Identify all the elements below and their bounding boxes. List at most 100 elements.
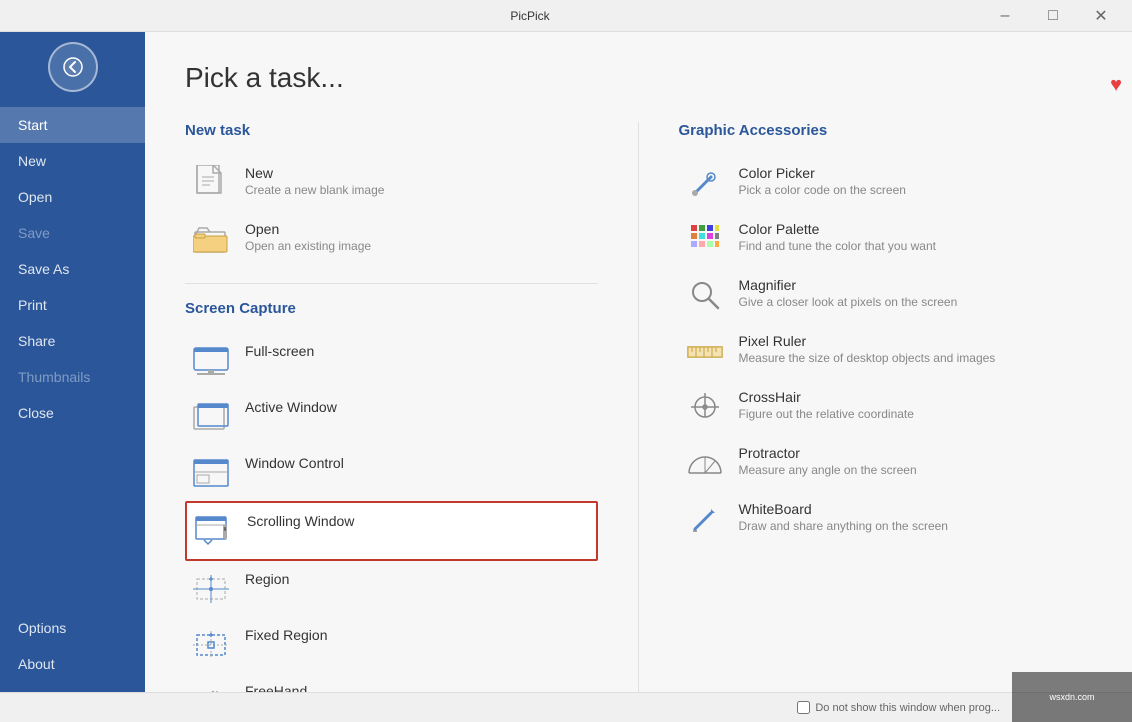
task-item-pixel-ruler[interactable]: Pixel Ruler Measure the size of desktop … (679, 323, 1093, 379)
new-icon (193, 165, 229, 201)
task-desc-open: Open an existing image (245, 239, 371, 253)
sidebar-bottom: Options About (0, 610, 145, 692)
task-text-whiteboard: WhiteBoard Draw and share anything on th… (739, 501, 948, 533)
task-desc-pixel-ruler: Measure the size of desktop objects and … (739, 351, 996, 365)
watermark: wsxdn.com (1012, 672, 1132, 722)
task-item-whiteboard[interactable]: WhiteBoard Draw and share anything on th… (679, 491, 1093, 547)
left-column: New task New (185, 122, 639, 692)
task-item-new[interactable]: New Create a new blank image (185, 155, 598, 211)
task-item-region[interactable]: Region (185, 561, 598, 617)
task-text-active-window: Active Window (245, 399, 337, 415)
color-picker-icon (687, 165, 723, 201)
right-column: Graphic Accessories Color Picker Pick a … (639, 122, 1093, 692)
freehand-icon (193, 683, 229, 692)
whiteboard-icon (687, 501, 723, 537)
task-name-color-palette: Color Palette (739, 221, 936, 237)
task-text-new: New Create a new blank image (245, 165, 384, 197)
pixel-ruler-icon (687, 333, 723, 369)
task-name-color-picker: Color Picker (739, 165, 906, 181)
task-text-color-picker: Color Picker Pick a color code on the sc… (739, 165, 906, 197)
sidebar-item-share[interactable]: Share (0, 323, 145, 359)
sidebar: Start New Open Save Save As Print Share … (0, 32, 145, 692)
graphic-accessories-section-title: Graphic Accessories (679, 122, 1093, 139)
task-text-fullscreen: Full-screen (245, 343, 314, 359)
sidebar-item-save-as[interactable]: Save As (0, 251, 145, 287)
task-desc-color-palette: Find and tune the color that you want (739, 239, 936, 253)
task-item-protractor[interactable]: Protractor Measure any angle on the scre… (679, 435, 1093, 491)
task-name-window-control: Window Control (245, 455, 344, 471)
fullscreen-icon (193, 343, 229, 379)
task-desc-magnifier: Give a closer look at pixels on the scre… (739, 295, 958, 309)
task-item-crosshair[interactable]: CrossHair Figure out the relative coordi… (679, 379, 1093, 435)
task-text-scrolling-window: Scrolling Window (247, 513, 354, 529)
magnifier-icon (687, 277, 723, 313)
open-icon (193, 221, 229, 257)
task-name-fixed-region: Fixed Region (245, 627, 328, 643)
task-name-whiteboard: WhiteBoard (739, 501, 948, 517)
task-text-region: Region (245, 571, 289, 587)
back-button[interactable] (48, 42, 98, 92)
task-text-color-palette: Color Palette Find and tune the color th… (739, 221, 936, 253)
new-task-section-title: New task (185, 122, 598, 139)
task-text-open: Open Open an existing image (245, 221, 371, 253)
task-name-active-window: Active Window (245, 399, 337, 415)
task-item-scrolling-window[interactable]: Scrolling Window (185, 501, 598, 561)
sidebar-item-thumbnails: Thumbnails (0, 359, 145, 395)
main-layout: Start New Open Save Save As Print Share … (0, 32, 1132, 692)
do-not-show-label: Do not show this window when prog... (815, 702, 1000, 714)
task-desc-protractor: Measure any angle on the screen (739, 463, 917, 477)
sidebar-item-new[interactable]: New (0, 143, 145, 179)
task-item-freehand[interactable]: FreeHand (185, 673, 598, 692)
titlebar-controls: – □ ✕ (982, 0, 1124, 32)
crosshair-icon (687, 389, 723, 425)
task-text-pixel-ruler: Pixel Ruler Measure the size of desktop … (739, 333, 996, 365)
task-name-crosshair: CrossHair (739, 389, 914, 405)
color-palette-icon (687, 221, 723, 257)
task-name-scrolling-window: Scrolling Window (247, 513, 354, 529)
scrolling-window-icon (195, 513, 231, 549)
sidebar-item-about[interactable]: About (0, 646, 145, 682)
task-name-pixel-ruler: Pixel Ruler (739, 333, 996, 349)
close-button[interactable]: ✕ (1078, 0, 1124, 32)
minimize-button[interactable]: – (982, 0, 1028, 32)
fixed-region-icon (193, 627, 229, 663)
sidebar-item-start[interactable]: Start (0, 107, 145, 143)
task-item-open[interactable]: Open Open an existing image (185, 211, 598, 267)
sidebar-item-close[interactable]: Close (0, 395, 145, 431)
sidebar-item-print[interactable]: Print (0, 287, 145, 323)
task-text-freehand: FreeHand (245, 683, 307, 692)
content-area: ♥ Pick a task... New task (145, 32, 1132, 692)
task-item-fixed-region[interactable]: Fixed Region (185, 617, 598, 673)
task-name-new: New (245, 165, 384, 181)
task-desc-color-picker: Pick a color code on the screen (739, 183, 906, 197)
task-item-color-palette[interactable]: Color Palette Find and tune the color th… (679, 211, 1093, 267)
active-window-icon (193, 399, 229, 435)
window-control-icon (193, 455, 229, 491)
task-item-window-control[interactable]: Window Control (185, 445, 598, 501)
region-icon (193, 571, 229, 607)
screen-capture-section-title: Screen Capture (185, 300, 598, 317)
titlebar-title: PicPick (78, 9, 982, 23)
sidebar-item-save: Save (0, 215, 145, 251)
page-title: Pick a task... (185, 62, 1092, 94)
sidebar-item-open[interactable]: Open (0, 179, 145, 215)
task-desc-new: Create a new blank image (245, 183, 384, 197)
sidebar-item-options[interactable]: Options (0, 610, 145, 646)
bottom-checkbox-area[interactable]: Do not show this window when prog... (797, 701, 1000, 714)
task-text-crosshair: CrossHair Figure out the relative coordi… (739, 389, 914, 421)
task-item-magnifier[interactable]: Magnifier Give a closer look at pixels o… (679, 267, 1093, 323)
task-name-magnifier: Magnifier (739, 277, 958, 293)
titlebar: PicPick – □ ✕ (0, 0, 1132, 32)
task-name-freehand: FreeHand (245, 683, 307, 692)
maximize-button[interactable]: □ (1030, 0, 1076, 32)
task-name-region: Region (245, 571, 289, 587)
task-item-active-window[interactable]: Active Window (185, 389, 598, 445)
task-text-fixed-region: Fixed Region (245, 627, 328, 643)
sidebar-nav: Start New Open Save Save As Print Share … (0, 107, 145, 610)
task-name-fullscreen: Full-screen (245, 343, 314, 359)
task-desc-crosshair: Figure out the relative coordinate (739, 407, 914, 421)
heart-icon[interactable]: ♥ (1110, 74, 1122, 97)
task-item-fullscreen[interactable]: Full-screen (185, 333, 598, 389)
do-not-show-checkbox[interactable] (797, 701, 810, 714)
task-item-color-picker[interactable]: Color Picker Pick a color code on the sc… (679, 155, 1093, 211)
